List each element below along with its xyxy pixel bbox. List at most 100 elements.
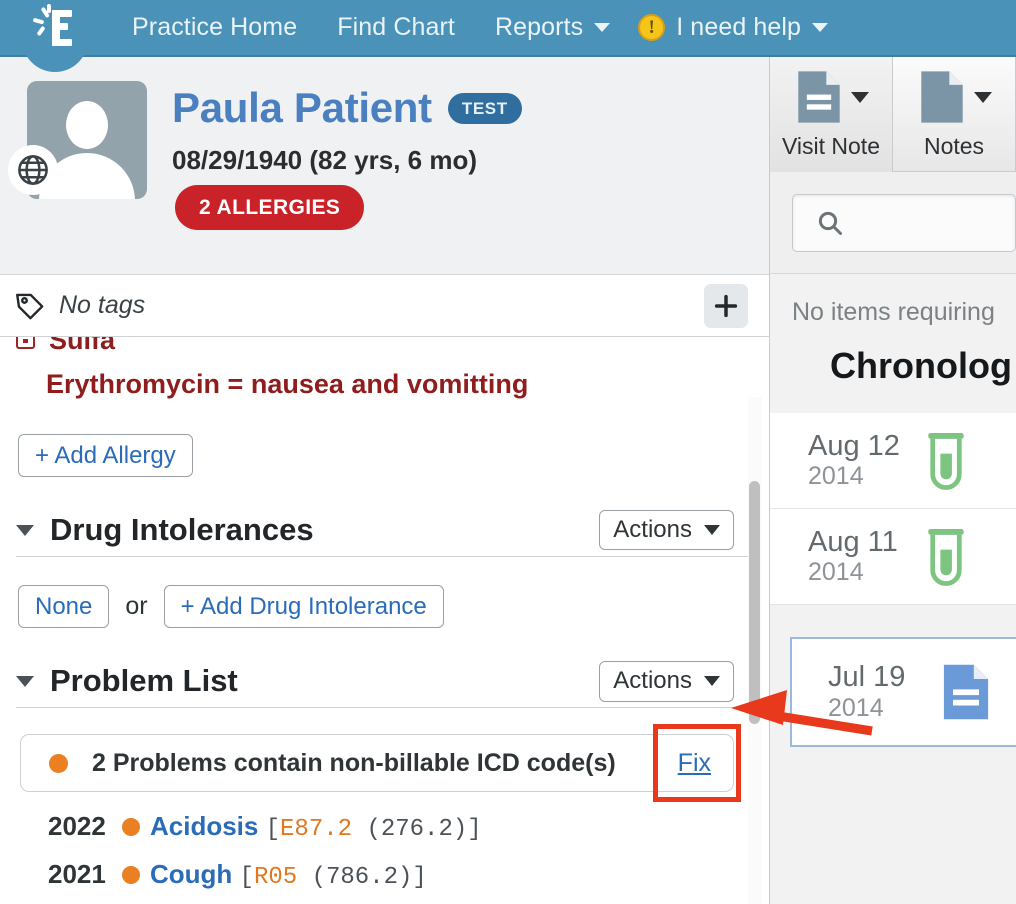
problem-body: Cough [R05 (786.2)]	[150, 858, 427, 894]
allergy-note: Erythromycin = nausea and vomitting	[0, 369, 770, 400]
tag-icon	[13, 289, 47, 323]
problem-year: 2021	[48, 858, 116, 891]
person-avatar-icon	[66, 101, 108, 149]
add-drug-intolerance-button[interactable]: + Add Drug Intolerance	[164, 585, 444, 628]
application-window: Practice Home Find Chart Reports ! I nee…	[0, 0, 1016, 904]
list-item[interactable]: Jul 19 2014	[790, 637, 1016, 747]
icd9-code: (786.2)	[312, 864, 413, 891]
bracket-open: [	[240, 864, 254, 891]
chronology-date-year: 2014	[808, 462, 864, 490]
test-tube-icon	[920, 430, 972, 492]
list-item[interactable]: Aug 12 2014	[770, 413, 1016, 509]
problem-year: 2022	[48, 810, 116, 843]
chronology-date: Jul 19 2014	[828, 662, 940, 721]
warning-exclamation-icon: !	[638, 14, 665, 41]
allergy-item-name: Sulfa	[49, 337, 115, 356]
problem-list-actions-button[interactable]: Actions	[599, 661, 734, 701]
allergies-badge[interactable]: 2 ALLERGIES	[175, 185, 364, 230]
chronology-date-year: 2014	[828, 694, 884, 722]
bracket-open: [	[266, 816, 280, 843]
tags-label: No tags	[59, 291, 145, 320]
right-side-panel: Visit Note Notes No	[770, 57, 1016, 904]
tab-notes[interactable]: Notes	[893, 57, 1016, 172]
chevron-down-icon[interactable]	[851, 92, 869, 103]
status-badge-test: TEST	[448, 93, 522, 124]
chronology-date-day: Aug 12	[808, 430, 900, 462]
warning-text: 2 Problems contain non-billable ICD code…	[92, 749, 616, 778]
chronology-date-year: 2014	[808, 558, 864, 586]
nav-item-practice-home[interactable]: Practice Home	[112, 0, 317, 56]
problem-list-items: 2022 Acidosis [E87.2 (276.2)] 2021	[0, 810, 770, 904]
actions-label: Actions	[613, 668, 692, 694]
page-title[interactable]: Paula Patient	[172, 87, 432, 129]
icd10-code: E87.2	[280, 816, 352, 843]
tab-notes-icons	[917, 69, 992, 125]
drug-intolerances-body: None or + Add Drug Intolerance	[0, 585, 770, 628]
chronology-title: Chronolog	[770, 327, 1016, 387]
problem-name[interactable]: Cough	[150, 859, 232, 889]
list-item[interactable]: Aug 11 2014	[770, 509, 1016, 605]
top-navigation-bar: Practice Home Find Chart Reports ! I nee…	[0, 0, 1016, 57]
bracket-close: ]	[412, 864, 426, 891]
table-row[interactable]: 2021 Cough [R05 (786.2)]	[48, 858, 770, 894]
allergy-severity-icon	[16, 337, 35, 349]
collapse-caret-icon[interactable]	[16, 676, 34, 687]
plus-icon	[711, 291, 741, 321]
allergy-item[interactable]: Sulfa	[0, 337, 770, 357]
nav-items: Practice Home Find Chart Reports ! I nee…	[112, 0, 848, 56]
drug-intolerance-none-button[interactable]: None	[18, 585, 109, 628]
problem-list-header: Problem List Actions	[0, 658, 770, 704]
patient-name-row: Paula Patient TEST	[172, 87, 522, 129]
app-logo[interactable]	[22, 0, 88, 78]
chart-scroll-area[interactable]: Sulfa Erythromycin = nausea and vomittin…	[0, 337, 770, 904]
chevron-down-icon	[704, 525, 720, 535]
tags-row: No tags	[0, 275, 770, 337]
add-allergy-wrap: + Add Allergy	[0, 434, 770, 477]
right-panel-tabs: Visit Note Notes	[770, 57, 1016, 172]
problem-name[interactable]: Acidosis	[150, 811, 258, 841]
nav-item-i-need-help[interactable]: ! I need help	[630, 0, 848, 56]
problem-status-dot-icon	[122, 818, 140, 836]
bracket-close: ]	[467, 816, 481, 843]
chevron-down-icon[interactable]	[974, 92, 992, 103]
chronology-date-day: Aug 11	[808, 526, 898, 558]
add-tag-button[interactable]	[704, 284, 748, 328]
drug-intolerances-title: Drug Intolerances	[50, 512, 314, 548]
problem-body: Acidosis [E87.2 (276.2)]	[150, 810, 482, 846]
problem-status-dot-icon	[122, 866, 140, 884]
collapse-caret-icon[interactable]	[16, 525, 34, 536]
chronology-date-day: Jul 19	[828, 661, 905, 693]
patient-chart-panel: Paula Patient TEST 08/29/1940 (82 yrs, 6…	[0, 57, 770, 904]
nav-item-find-chart[interactable]: Find Chart	[317, 0, 475, 56]
nav-item-reports-label: Reports	[495, 0, 583, 56]
document-blank-icon	[917, 69, 967, 125]
warning-dot-icon	[49, 754, 68, 773]
drug-intolerances-actions-button[interactable]: Actions	[599, 510, 734, 550]
right-panel-search-band	[770, 172, 1016, 274]
tab-visit-note-label: Visit Note	[782, 133, 880, 160]
patient-dob-age: 08/29/1940 (82 yrs, 6 mo)	[172, 145, 477, 176]
add-allergy-button[interactable]: + Add Allergy	[18, 434, 193, 477]
section-divider	[16, 707, 754, 708]
search-icon	[815, 208, 845, 238]
tab-visit-note[interactable]: Visit Note	[770, 57, 893, 172]
icd9-code: (276.2)	[366, 816, 467, 843]
table-row[interactable]: 2022 Acidosis [E87.2 (276.2)]	[48, 810, 770, 846]
test-tube-icon	[920, 526, 972, 588]
search-input[interactable]	[792, 194, 1016, 252]
chronology-date: Aug 11 2014	[808, 527, 920, 586]
chevron-down-icon	[704, 676, 720, 686]
chronology-date: Aug 12 2014	[808, 431, 920, 490]
chart-scroll-content: Sulfa Erythromycin = nausea and vomittin…	[0, 337, 770, 904]
chevron-down-icon	[594, 23, 610, 32]
document-lines-icon	[940, 662, 992, 722]
no-items-text: No items requiring	[770, 274, 1016, 327]
nav-item-reports[interactable]: Reports	[475, 0, 630, 56]
fix-link[interactable]: Fix	[678, 749, 711, 778]
document-lines-icon	[794, 69, 844, 125]
tab-visit-note-icons	[794, 69, 869, 125]
nav-item-help-label: I need help	[676, 0, 801, 56]
or-label: or	[125, 592, 147, 621]
scrollbar-thumb[interactable]	[749, 481, 760, 724]
globe-icon[interactable]	[8, 145, 58, 195]
